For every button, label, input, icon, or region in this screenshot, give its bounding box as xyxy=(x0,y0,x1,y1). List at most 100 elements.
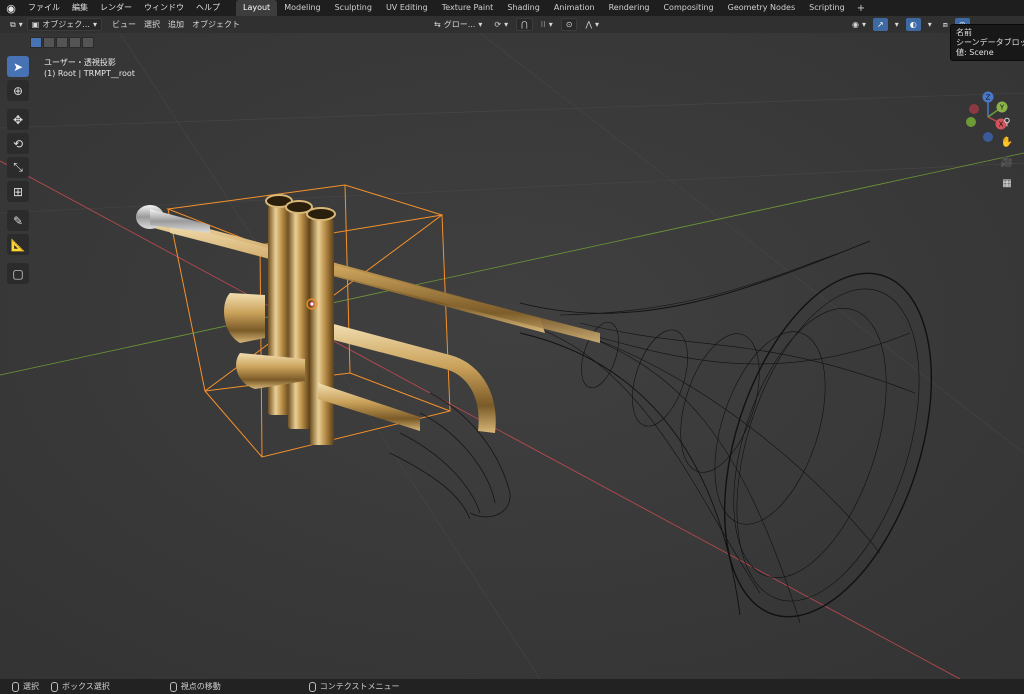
snap-target-button[interactable]: ⁝⁝ ▾ xyxy=(537,18,557,31)
overlays-dropdown[interactable]: ▾ xyxy=(924,18,936,31)
mode-select[interactable]: ▣ オブジェク... ▾ xyxy=(26,18,102,31)
add-menu[interactable]: 追加 xyxy=(164,18,188,31)
overlays-toggle[interactable]: ◐ xyxy=(905,18,921,31)
gizmo-neg-y xyxy=(969,104,979,114)
left-toolbar: ➤ ⊕ ✥ ⟲ ⤡ ⊞ ✎ 📐 ▢ xyxy=(7,56,31,287)
gizmo-toggle[interactable]: ↗ xyxy=(873,18,888,31)
proportional-edit-toggle[interactable]: ⊙ xyxy=(560,18,578,31)
chevron-down-icon: ▾ xyxy=(504,20,509,29)
workspace-tabs: Layout Modeling Sculpting UV Editing Tex… xyxy=(236,0,870,16)
mouse-left-icon xyxy=(12,681,19,692)
chevron-down-icon: ▾ xyxy=(18,20,23,29)
menu-edit[interactable]: 編集 xyxy=(66,0,94,16)
view-menu[interactable]: ビュー xyxy=(108,18,140,31)
transform-orientation-select[interactable]: ⇆ グロー... ▾ xyxy=(430,18,486,31)
gizmo-y-label: Y xyxy=(999,104,1005,112)
select-box-tool[interactable]: ➤ xyxy=(7,56,29,77)
object-mode-icon: ▣ xyxy=(31,20,40,29)
tooltip-line-2: 値: Scene xyxy=(956,48,994,57)
snap-grid-icon: ⁝⁝ xyxy=(540,20,546,29)
collection-info-label: (1) Root | TRMPT__root xyxy=(44,69,135,78)
status-move-view-label: 視点の移動 xyxy=(180,682,221,691)
tab-animation[interactable]: Animation xyxy=(547,0,602,16)
tab-rendering[interactable]: Rendering xyxy=(602,0,657,16)
move-arrows-icon: ✥ xyxy=(12,112,24,127)
chevron-down-icon: ▾ xyxy=(927,20,932,29)
menu-help[interactable]: ヘルプ xyxy=(190,0,226,16)
menu-window[interactable]: ウィンドウ xyxy=(138,0,190,16)
cursor-tool[interactable]: ⊕ xyxy=(7,80,29,101)
xray-icon: ⧈ xyxy=(942,19,948,29)
tab-sculpting[interactable]: Sculpting xyxy=(328,0,379,16)
tab-shading[interactable]: Shading xyxy=(500,0,547,16)
menu-file[interactable]: ファイル xyxy=(22,0,66,16)
add-workspace-button[interactable]: + xyxy=(852,3,870,14)
visibility-button[interactable]: ◉ ▾ xyxy=(848,18,870,31)
transform-tool[interactable]: ⊞ xyxy=(7,181,29,202)
status-bar: 選択 ボックス選択 視点の移動 コンテクストメニュー xyxy=(0,679,1024,694)
camera-icon: 🎥 xyxy=(1000,156,1014,168)
scale-icon: ⤡ xyxy=(13,160,23,174)
toggle-perspective-button[interactable]: ▦ xyxy=(999,175,1015,191)
add-cube-tool[interactable]: ▢ xyxy=(7,263,29,284)
zoom-view-button[interactable]: ⚲ xyxy=(999,114,1015,130)
top-menu-bar: ◉ ファイル 編集 レンダー ウィンドウ ヘルプ Layout Modeling… xyxy=(0,0,1024,16)
falloff-curve-icon: ⋀ xyxy=(585,20,593,29)
3d-viewport[interactable]: ユーザー・透視投影 (1) Root | TRMPT__root ➤ ⊕ ✥ ⟲… xyxy=(0,33,1024,679)
gizmo-neg-x-green xyxy=(966,117,976,127)
add-cube-icon: ▢ xyxy=(12,266,24,281)
move-tool[interactable]: ✥ xyxy=(7,109,29,130)
tab-geometry-nodes[interactable]: Geometry Nodes xyxy=(721,0,802,16)
select-menu[interactable]: 選択 xyxy=(140,18,164,31)
hand-icon: ✋ xyxy=(1000,136,1014,148)
snap-toggle[interactable]: ⋂ xyxy=(516,18,533,31)
valve-casings xyxy=(265,194,336,445)
object-menu[interactable]: オブジェクト xyxy=(188,18,244,31)
gizmo-icon: ↗ xyxy=(877,20,884,29)
tab-scripting[interactable]: Scripting xyxy=(802,0,852,16)
transform-controls: ⇆ グロー... ▾ ⟳ ▾ ⋂ ⁝⁝ ▾ ⊙ ⋀ ▾ xyxy=(430,18,603,31)
ruler-icon: 📐 xyxy=(10,237,26,252)
rotate-tool[interactable]: ⟲ xyxy=(7,133,29,154)
select-new-mode-button[interactable] xyxy=(30,37,42,48)
select-extend-mode-button[interactable] xyxy=(43,37,55,48)
pivot-point-button[interactable]: ⟳ ▾ xyxy=(490,18,512,31)
camera-view-button[interactable]: 🎥 xyxy=(999,154,1015,170)
chevron-down-icon: ▾ xyxy=(861,20,866,29)
tab-compositing[interactable]: Compositing xyxy=(656,0,720,16)
tab-texture-paint[interactable]: Texture Paint xyxy=(435,0,501,16)
gizmo-dropdown[interactable]: ▾ xyxy=(891,18,903,31)
chevron-down-icon: ▾ xyxy=(595,20,600,29)
annotate-tool[interactable]: ✎ xyxy=(7,210,29,231)
gizmo-z-label: Z xyxy=(986,94,991,102)
tab-layout[interactable]: Layout xyxy=(236,0,278,16)
tab-modeling[interactable]: Modeling xyxy=(277,0,327,16)
gizmo-neg-z xyxy=(983,132,993,142)
rotate-icon: ⟲ xyxy=(12,136,24,151)
chevron-down-icon: ▾ xyxy=(478,20,483,29)
mouse-drag-icon xyxy=(51,681,58,692)
orientation-icon: ⇆ xyxy=(434,20,441,29)
eye-icon: ◉ xyxy=(852,20,859,29)
falloff-button[interactable]: ⋀ ▾ xyxy=(581,18,603,31)
overlays-icon: ◐ xyxy=(909,20,917,29)
blender-logo-icon[interactable]: ◉ xyxy=(0,0,22,16)
editor-type-button[interactable]: ⧉ ▾ xyxy=(6,18,27,31)
editor-type-icon: ⧉ xyxy=(10,19,16,29)
pan-view-button[interactable]: ✋ xyxy=(999,134,1015,150)
menu-render[interactable]: レンダー xyxy=(94,0,138,16)
status-box-select: ボックス選択 xyxy=(51,681,110,692)
status-select: 選択 xyxy=(12,681,39,692)
scale-tool[interactable]: ⤡ xyxy=(7,157,29,178)
measure-tool[interactable]: 📐 xyxy=(7,234,29,255)
select-intersect-mode-button[interactable] xyxy=(82,37,94,48)
mode-label: オブジェク... xyxy=(42,20,90,29)
mouse-right-icon xyxy=(308,681,316,692)
tooltip-line-1: シーンデータブロック xyxy=(956,38,1024,47)
select-subtract-mode-button[interactable] xyxy=(56,37,68,48)
tab-uv-editing[interactable]: UV Editing xyxy=(379,0,435,16)
select-invert-mode-button[interactable] xyxy=(69,37,81,48)
chevron-down-icon: ▾ xyxy=(92,20,97,29)
magnet-icon: ⋂ xyxy=(521,20,528,29)
mouse-middle-icon xyxy=(169,681,177,692)
